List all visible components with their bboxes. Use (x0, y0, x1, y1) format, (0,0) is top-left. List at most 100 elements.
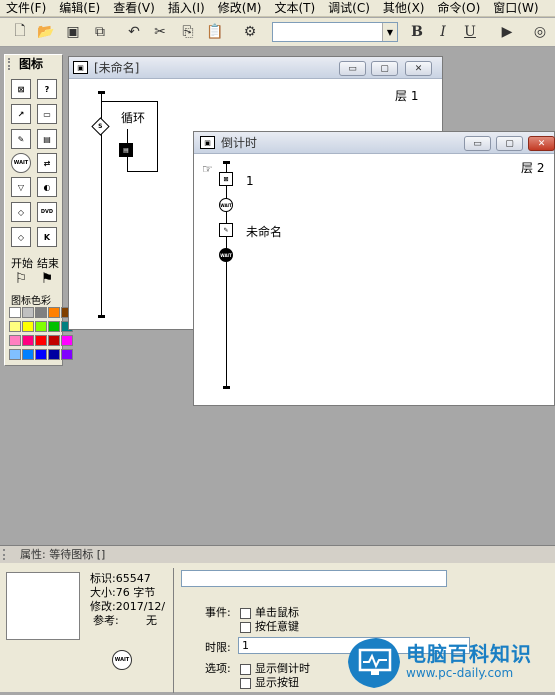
map-icon[interactable]: ▤ (37, 129, 57, 149)
control-panel-icon[interactable]: ◎ (530, 22, 550, 42)
undo-icon[interactable]: ↶ (124, 22, 144, 42)
save-all-icon[interactable]: ▣ (63, 22, 83, 42)
color-swatch[interactable] (48, 307, 60, 318)
color-swatch[interactable] (22, 307, 34, 318)
maximize-button[interactable]: ▢ (496, 136, 523, 151)
import-icon[interactable]: ⧉ (90, 22, 110, 42)
menu-bar: 文件(F) 编辑(E) 查看(V) 插入(I) 修改(M) 文本(T) 调试(C… (0, 0, 555, 17)
motion-icon[interactable]: ↗ (11, 104, 31, 124)
maximize-button[interactable]: ▢ (371, 61, 398, 76)
icon1-label: 1 (246, 174, 254, 188)
show-button-checkbox[interactable] (240, 677, 251, 689)
close-button[interactable]: ✕ (528, 136, 555, 151)
font-select[interactable]: ▼ (272, 22, 398, 42)
menu-window[interactable]: 窗口(W) (487, 0, 545, 16)
grip-handle[interactable] (8, 58, 13, 70)
menu-command[interactable]: 命令(O) (431, 0, 487, 16)
icon-color-label: 图标色彩 (11, 296, 51, 307)
palette-title: 图标 (19, 57, 44, 71)
wait-icon[interactable]: WAIT (11, 153, 31, 173)
menu-modify[interactable]: 修改(M) (212, 0, 269, 16)
decision-icon[interactable]: ? (37, 79, 57, 99)
color-swatch[interactable] (9, 307, 21, 318)
paste-hand-icon: ☞ (202, 162, 213, 176)
cut-icon[interactable]: ✂ (150, 22, 170, 42)
wait-icon: WAIT (112, 650, 132, 670)
interaction-icon[interactable]: ◇ (11, 202, 31, 222)
properties-title: 属性: 等待图标 [] (20, 548, 106, 561)
color-swatch[interactable] (22, 321, 34, 332)
navigate-icon[interactable]: ⇄ (37, 153, 57, 173)
menu-insert[interactable]: 插入(I) (162, 0, 212, 16)
chevron-down-icon[interactable]: ▼ (382, 23, 397, 41)
show-countdown-checkbox[interactable] (240, 663, 251, 675)
loop-interaction-icon[interactable]: S (91, 117, 110, 136)
calculation-icon[interactable]: ✎ (11, 129, 31, 149)
calculation-icon[interactable]: ✎ (219, 223, 233, 237)
click-mouse-checkbox[interactable] (240, 607, 251, 619)
paste-icon[interactable]: 📋 (205, 22, 225, 42)
open-folder-icon[interactable]: 📂 (36, 22, 56, 42)
watermark-name: 电脑百科知识 (406, 642, 532, 666)
knowledge-object-icon[interactable]: K (37, 227, 57, 247)
find-icon[interactable]: ⚙ (240, 22, 260, 42)
digital-movie-icon[interactable]: ◐ (37, 177, 57, 197)
show-button-label: 显示按钮 (255, 676, 299, 689)
options-label: 选项: (205, 662, 231, 675)
menu-file[interactable]: 文件(F) (0, 0, 53, 16)
bold-button[interactable]: B (407, 22, 427, 42)
watermark-logo: 电脑百科知识 www.pc-daily.com (338, 632, 555, 692)
minimize-button[interactable]: ▭ (464, 136, 491, 151)
flowline-start (223, 161, 230, 164)
events-label: 事件: (205, 606, 231, 619)
menu-edit[interactable]: 编辑(E) (53, 0, 107, 16)
flowline-end (223, 386, 230, 389)
copy-icon[interactable]: ⎘ (178, 22, 198, 42)
restart-icon[interactable]: ▶ (497, 22, 517, 42)
countdown-map-icon[interactable]: ▤ (119, 143, 133, 157)
window-title: [未命名] (94, 61, 140, 75)
framework-icon[interactable]: ▽ (11, 177, 31, 197)
wait-icon-selected[interactable]: WAIT (219, 248, 233, 262)
color-swatch[interactable] (35, 321, 47, 332)
title-input[interactable] (181, 570, 447, 587)
italic-button[interactable]: I (433, 22, 453, 42)
close-button[interactable]: ✕ (405, 61, 432, 76)
sound-icon[interactable]: ◇ (11, 227, 31, 247)
icon2-label: 未命名 (246, 225, 283, 239)
reference-label: 参考: (93, 614, 119, 627)
display-icon[interactable]: ⊠ (11, 79, 31, 99)
erase-icon[interactable]: ▭ (37, 104, 57, 124)
flowline-start (98, 91, 105, 94)
display-icon[interactable]: ⊠ (219, 172, 233, 186)
menu-other[interactable]: 其他(X) (377, 0, 432, 16)
color-swatch[interactable] (48, 349, 60, 360)
dvd-icon[interactable]: DVD (37, 202, 57, 222)
grip-handle[interactable] (3, 549, 8, 560)
color-swatch[interactable] (35, 335, 47, 346)
underline-button[interactable]: U (460, 22, 480, 42)
color-swatch[interactable] (48, 335, 60, 346)
flowline-end (98, 315, 105, 318)
any-key-checkbox[interactable] (240, 621, 251, 633)
wait-icon[interactable]: WAIT (219, 198, 233, 212)
minimize-button[interactable]: ▭ (339, 61, 366, 76)
menu-debug[interactable]: 调试(C) (322, 0, 377, 16)
color-swatch[interactable] (9, 349, 21, 360)
layer-label: 层 1 (395, 89, 419, 103)
color-swatch[interactable] (22, 349, 34, 360)
color-swatch[interactable] (22, 335, 34, 346)
end-flag-icon[interactable]: ⚑ (37, 269, 57, 289)
color-swatch[interactable] (48, 321, 60, 332)
color-swatch[interactable] (35, 307, 47, 318)
loop-label: 循环 (121, 111, 146, 125)
color-swatch[interactable] (9, 321, 21, 332)
new-file-icon[interactable]: 🗋 (10, 22, 30, 42)
start-flag-icon[interactable]: ⚐ (11, 269, 31, 289)
color-swatch[interactable] (35, 349, 47, 360)
color-swatch[interactable] (9, 335, 21, 346)
menu-view[interactable]: 查看(V) (107, 0, 162, 16)
color-swatch[interactable] (61, 349, 73, 360)
menu-text[interactable]: 文本(T) (268, 0, 322, 16)
color-swatch[interactable] (61, 335, 73, 346)
